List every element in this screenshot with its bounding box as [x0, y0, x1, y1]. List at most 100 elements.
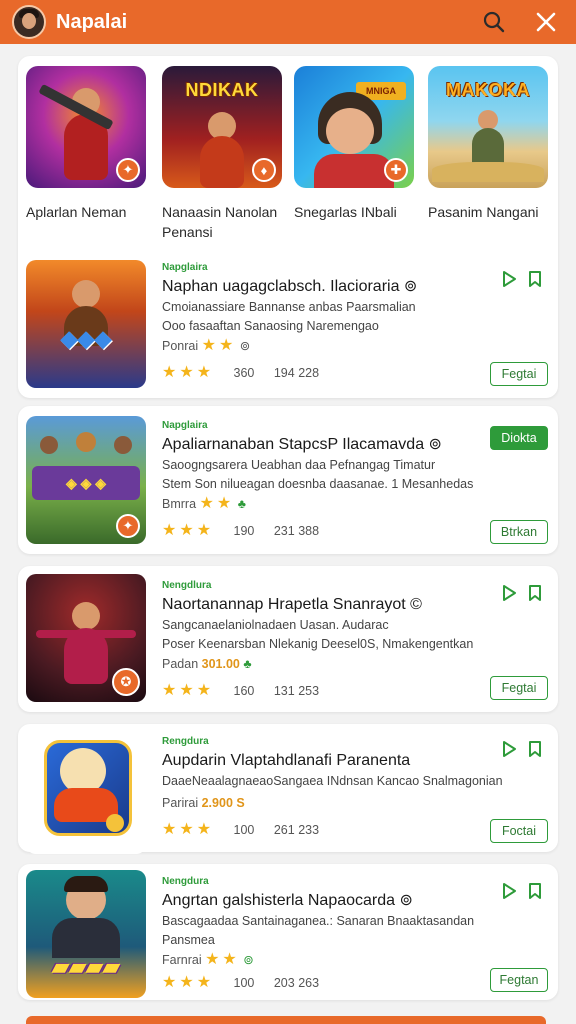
game-description: DaaeNeaalagnaeaoSangaea INdnsan Kancao S…	[162, 774, 503, 788]
featured-panel: ✦ Aplarlan Neman NDIKAK ♦ Nanaasin Nanol…	[18, 56, 558, 398]
game-description: Pansmea	[162, 933, 215, 947]
game-card[interactable]: ▰▰▰▰ Nengdura Angrtan galshisterla Napao…	[18, 864, 558, 1000]
action-icons	[500, 270, 544, 288]
stat-total: 231 388	[273, 524, 320, 538]
price-line: Padan 301.00 ♣	[162, 654, 548, 674]
star-icon: ★	[196, 974, 212, 991]
featured-label: Snegarlas INbali	[294, 204, 397, 220]
price-line: Farnrai ★ ★ ⊚	[162, 950, 548, 970]
status-badge[interactable]: Diokta	[490, 426, 548, 450]
play-icon[interactable]	[500, 882, 518, 900]
game-description: Stem Son nilueagan doesnba daasanae. 1 M…	[162, 477, 474, 491]
featured-label: Nanaasin Nanolan Penansi	[162, 204, 278, 240]
rating-note: ♣	[237, 497, 246, 511]
game-description: Poser Keenarsban Nlekanig Deesel0S, Nmak…	[162, 637, 474, 651]
game-description: Sangcanaelaniolnadaen Uasan. Audarac	[162, 618, 389, 632]
get-button[interactable]: Fegtai	[490, 362, 548, 386]
game-thumbnail[interactable]: ▰▰▰▰	[26, 870, 146, 998]
game-title[interactable]: Naphan uagagclabsch. Ilacioraria ⊚	[162, 276, 548, 298]
game-thumbnail[interactable]: ✪	[26, 574, 146, 702]
thumbnail-logo-icon: ◈ ◈ ◈	[32, 466, 140, 500]
action-icons	[500, 882, 544, 900]
game-description: Bascagaadaa Santainaganea.: Sanaran Bnaa…	[162, 914, 475, 928]
stat-count: 360	[233, 366, 255, 380]
star-icon: ★	[162, 522, 177, 539]
star-icon: ★	[162, 974, 177, 991]
game-badge-icon: ✚	[384, 158, 408, 182]
thumbnail-logo-text: MAKOKA	[446, 80, 530, 100]
star-icon: ★	[222, 951, 237, 968]
game-description: Ooo fasaaftan Sanaosing Naremengao	[162, 319, 379, 333]
star-icon: ★	[162, 364, 177, 381]
price-label: Farnrai	[162, 953, 202, 967]
game-badge-icon: ✦	[116, 158, 140, 182]
game-badge-icon: ✪	[112, 668, 140, 696]
stat-count: 190	[233, 524, 255, 538]
star-icon: ★	[179, 364, 194, 381]
play-icon[interactable]	[500, 584, 518, 602]
game-category: Napglaira	[162, 262, 208, 273]
get-button[interactable]: Fegtai	[490, 676, 548, 700]
star-icon: ★	[196, 821, 212, 838]
featured-tile[interactable]: ✦ Aplarlan Neman	[26, 66, 148, 222]
game-thumbnail[interactable]: MAKOKA	[428, 66, 548, 188]
game-badge-icon: ✦	[116, 514, 140, 538]
featured-tile[interactable]: MNIGA ✚ Snegarlas INbali	[294, 66, 416, 222]
leaf-icon: ♣	[243, 657, 252, 671]
price-label: Padan	[162, 657, 199, 671]
get-button[interactable]: Foctai	[490, 819, 548, 843]
app-header: Napalai	[0, 0, 576, 44]
game-thumbnail[interactable]: MNIGA ✚	[294, 66, 414, 188]
bookmark-icon[interactable]	[526, 740, 544, 758]
stat-count: 100	[233, 976, 255, 990]
thumbnail-logo-icon: ◆◆◆	[60, 326, 112, 351]
game-title[interactable]: Aupdarin Vlaptahdlanafi Paranenta	[162, 750, 548, 772]
price-label: Bmrra	[162, 497, 197, 511]
game-title[interactable]: Angrtan galshisterla Napaocarda ⊚	[162, 890, 548, 912]
price-line: Bmrra ★ ★ ♣	[162, 494, 548, 514]
bookmark-icon[interactable]	[526, 882, 544, 900]
get-button[interactable]: Btrkan	[490, 520, 548, 544]
play-icon[interactable]	[500, 740, 518, 758]
stat-total: 203 263	[273, 976, 320, 990]
thumbnail-logo-text: NDIKAK	[185, 80, 259, 100]
stat-count: 100	[233, 823, 255, 837]
game-title[interactable]: Naortanannap Hrapetla Snanrayot ©	[162, 594, 548, 616]
game-thumbnail[interactable]: ◆◆◆	[26, 260, 146, 388]
star-icon: ★	[179, 821, 194, 838]
star-icon: ★	[205, 951, 220, 968]
price-value: 301.00	[201, 657, 240, 671]
star-icon: ★	[162, 821, 177, 838]
game-card[interactable]: ✪ Nengdlura Naortanannap Hrapetla Snanra…	[18, 566, 558, 712]
game-thumbnail[interactable]	[26, 726, 146, 854]
price-line: Ponrai ★ ★ ⊚	[162, 336, 548, 356]
game-category: Nengdura	[162, 876, 209, 887]
close-icon[interactable]	[528, 4, 564, 40]
game-badge-icon: ♦	[252, 158, 276, 182]
game-thumbnail[interactable]: NDIKAK ♦	[162, 66, 282, 188]
rating-note: ⊚	[243, 953, 254, 967]
game-card[interactable]: Rengdura Aupdarin Vlaptahdlanafi Paranen…	[18, 724, 558, 854]
app-title: Napalai	[56, 10, 128, 33]
play-icon[interactable]	[500, 270, 518, 288]
star-icon: ★	[179, 974, 194, 991]
bookmark-icon[interactable]	[526, 584, 544, 602]
game-category: Rengdura	[162, 736, 209, 747]
get-button[interactable]: Fegtan	[490, 968, 548, 992]
featured-tile[interactable]: NDIKAK ♦ Nanaasin Nanolan Penansi	[162, 66, 284, 242]
star-icon: ★	[196, 364, 212, 381]
game-thumbnail[interactable]: ✦	[26, 66, 146, 188]
star-icon: ★	[179, 522, 194, 539]
bookmark-icon[interactable]	[526, 270, 544, 288]
avatar[interactable]	[12, 5, 46, 39]
featured-tile[interactable]: MAKOKA Pasanim Nangani	[428, 66, 550, 222]
game-thumbnail[interactable]: ◈ ◈ ◈ ✦	[26, 416, 146, 544]
next-card-peek	[26, 1016, 546, 1024]
star-icon: ★	[162, 682, 177, 699]
featured-label: Aplarlan Neman	[26, 204, 127, 220]
price-label: Parirai	[162, 796, 199, 810]
search-icon[interactable]	[476, 4, 512, 40]
game-card[interactable]: ◈ ◈ ◈ ✦ Napglaira Apaliarnanaban StapcsP…	[18, 406, 558, 554]
star-icon: ★	[196, 682, 212, 699]
featured-label: Pasanim Nangani	[428, 204, 539, 220]
